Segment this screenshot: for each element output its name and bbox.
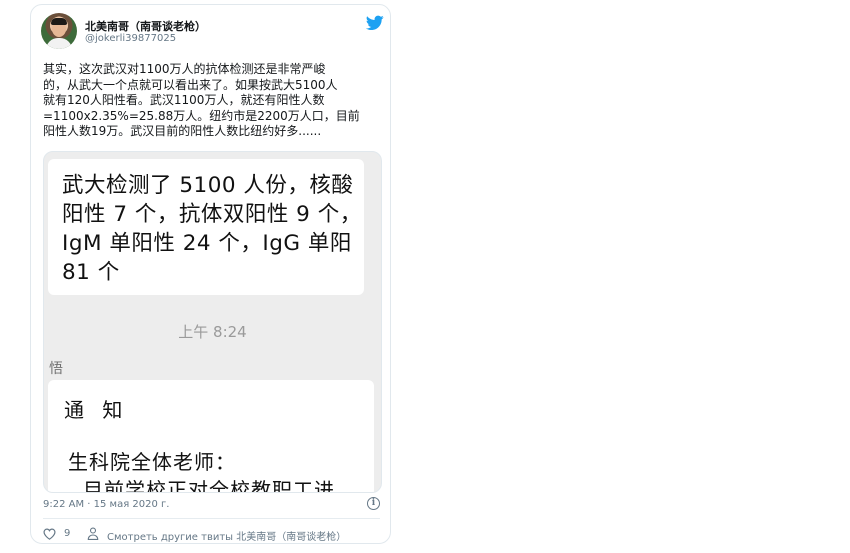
author-name[interactable]: 北美南哥（南哥谈老枪） [85,18,206,34]
notice-bubble: 通 知 生科院全体老师： 目前学校正对全校教职工进 [48,380,374,493]
tweet-timestamp[interactable]: 9:22 AM · 15 мая 2020 г. [43,499,169,510]
chat-time-label: 上午 8:24 [178,323,247,341]
heart-icon[interactable] [43,528,56,540]
notice-line: 目前学校正对全校教职工进 [83,478,335,493]
chat-sender-name: 悟 [49,361,63,377]
tweet-media-image[interactable]: 武大检测了 5100 人份，核酸 阳性 7 个，抗体双阳性 9 个， IgM 单… [43,151,382,493]
divider [43,518,380,519]
chat-message-text: 武大检测了 5100 人份，核酸 阳性 7 个，抗体双阳性 9 个， IgM 单… [62,173,362,285]
info-icon[interactable]: i [367,497,380,510]
author-avatar[interactable] [41,13,77,49]
tweet-text: 其实，这次武汉对1100万人的抗体检测还是非常严峻 的，从武大一个点就可以看出来… [43,62,360,138]
notice-line: 生科院全体老师： [68,450,236,474]
more-tweets-link[interactable]: Смотреть другие твиты 北美南哥（南哥谈老枪） [107,528,346,543]
user-icon[interactable] [87,527,99,540]
notice-title: 通 知 [64,398,129,422]
like-count[interactable]: 9 [64,528,70,539]
author-handle[interactable]: @jokerli39877025 [85,33,176,44]
chat-message-bubble: 武大检测了 5100 人份，核酸 阳性 7 个，抗体双阳性 9 个， IgM 单… [48,159,364,295]
tweet-card: 北美南哥（南哥谈老枪） @jokerli39877025 其实，这次武汉对110… [30,4,391,544]
twitter-bird-icon[interactable] [366,15,384,31]
